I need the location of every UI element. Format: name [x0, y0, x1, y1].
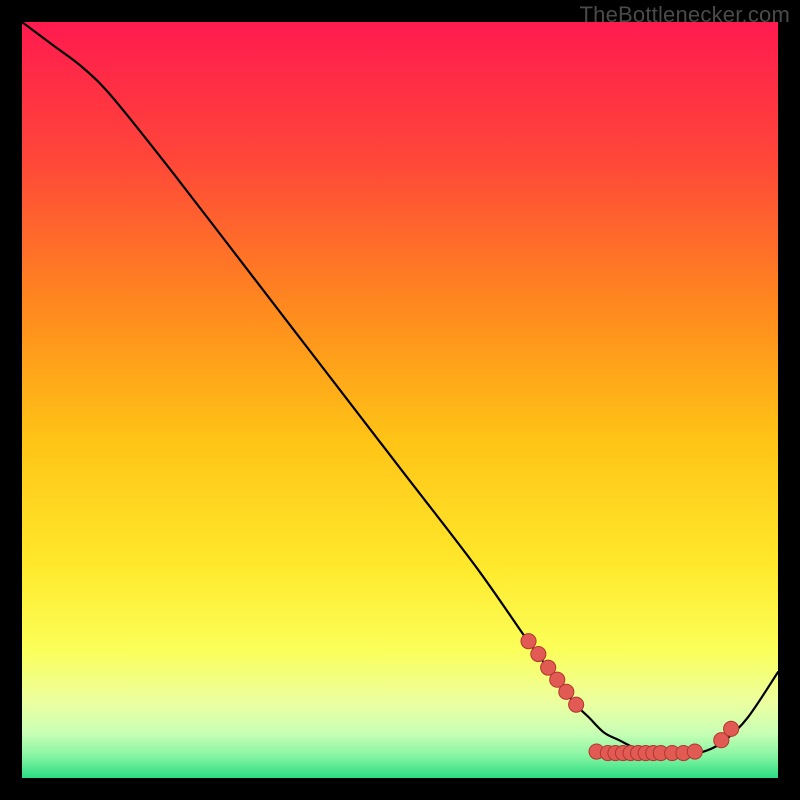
data-marker: [521, 634, 536, 649]
chart-background: [22, 22, 778, 778]
chart-frame: TheBottlenecker.com: [0, 0, 800, 800]
data-marker: [531, 646, 546, 661]
data-marker: [687, 744, 702, 759]
data-marker: [569, 697, 584, 712]
data-marker: [559, 684, 574, 699]
chart-svg: [22, 22, 778, 778]
watermark-text: TheBottlenecker.com: [580, 2, 790, 28]
chart-plot-area: [22, 22, 778, 778]
data-marker: [724, 721, 739, 736]
